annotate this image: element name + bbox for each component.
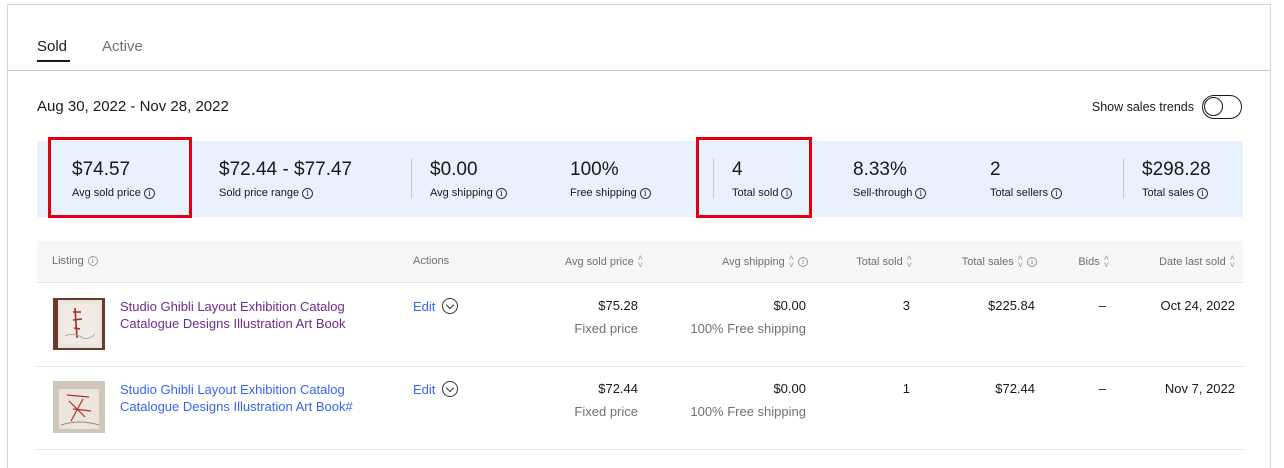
header-label: Date last sold <box>1159 256 1226 268</box>
stat-value: 2 <box>990 159 1001 180</box>
cell-shipping-note: 100% Free shipping <box>690 321 806 336</box>
edit-button[interactable]: Edit <box>413 299 435 314</box>
cell-total-sold: 1 <box>902 381 910 396</box>
info-icon[interactable]: i <box>798 257 808 267</box>
cell-price: $72.44 <box>598 381 638 396</box>
cell-format: Fixed price <box>574 321 638 336</box>
stat-label: Avg shipping <box>430 187 493 199</box>
header-bids[interactable]: Bids ˄ ˅ <box>1078 254 1109 270</box>
tab-bar: Sold Active <box>8 5 1270 71</box>
edit-action: Edit <box>413 381 459 397</box>
listing-title-link[interactable]: Studio Ghibli Layout Exhibition Catalog … <box>120 298 380 332</box>
stat-free-shipping: 100% Free shipping i <box>570 159 651 199</box>
stat-label: Free shipping <box>570 187 637 199</box>
edit-button[interactable]: Edit <box>413 382 435 397</box>
sort-icon[interactable]: ˄ ˅ <box>1018 254 1023 270</box>
stat-value: 8.33% <box>853 159 907 180</box>
header-label: Total sales <box>961 256 1014 268</box>
sort-icon[interactable]: ˄ ˅ <box>638 254 643 270</box>
listing-title-link[interactable]: Studio Ghibli Layout Exhibition Catalog … <box>120 381 380 415</box>
chevron-down-icon[interactable] <box>442 298 459 314</box>
research-panel: Sold Active Aug 30, 2022 - Nov 28, 2022 … <box>7 4 1271 468</box>
sales-trends-toggle[interactable] <box>1202 95 1242 119</box>
stat-value: $72.44 - $77.47 <box>219 159 353 180</box>
cell-date: Oct 24, 2022 <box>1160 298 1235 313</box>
info-icon[interactable]: i <box>915 187 927 199</box>
sales-trends-control: Show sales trends <box>1092 95 1242 119</box>
sort-icon[interactable]: ˄ ˅ <box>1230 254 1235 270</box>
stats-divider <box>411 158 412 198</box>
header-label: Actions <box>413 255 450 267</box>
info-icon[interactable]: i <box>1051 187 1063 199</box>
stat-total-sellers: 2 Total sellers i <box>990 159 1063 199</box>
tab-sold[interactable]: Sold <box>37 38 67 55</box>
sort-icon[interactable]: ˄ ˅ <box>907 254 912 270</box>
cell-total-sold: 3 <box>902 298 910 313</box>
sort-icon[interactable]: ˄ ˅ <box>1104 254 1109 270</box>
stat-value: 100% <box>570 159 619 180</box>
stat-label: Total sellers <box>990 187 1049 199</box>
highlight-box-total-sold <box>696 137 812 218</box>
cell-price: $75.28 <box>598 298 638 313</box>
header-label: Total sold <box>856 256 903 268</box>
date-range: Aug 30, 2022 - Nov 28, 2022 <box>37 98 229 115</box>
stat-value: $298.28 <box>1142 159 1211 180</box>
stat-label: Sell-through <box>853 187 913 199</box>
highlight-box-avg-sold-price <box>48 137 192 218</box>
stat-sell-through: 8.33% Sell-through i <box>853 159 927 199</box>
listing-thumbnail[interactable] <box>53 381 105 433</box>
stats-bar: $74.57 Avg sold price i $72.44 - $77.47 S… <box>37 141 1243 217</box>
table-header: Listing i Actions Avg sold price ˄ ˅ Avg … <box>37 241 1243 283</box>
header-avg-sold-price[interactable]: Avg sold price ˄ ˅ <box>564 254 643 270</box>
cell-total-sales: $225.84 <box>988 298 1035 313</box>
listing-thumbnail[interactable] <box>53 298 105 350</box>
header-date-last-sold[interactable]: Date last sold ˄ ˅ <box>1159 254 1235 270</box>
stat-sold-price-range: $72.44 - $77.47 Sold price range i <box>219 159 352 199</box>
stat-label: Total sales <box>1142 187 1194 199</box>
tab-sold-underline <box>37 60 70 62</box>
header-label: Avg sold price <box>564 256 634 268</box>
header-listing: Listing i <box>52 255 98 267</box>
cell-bids: – <box>1098 381 1106 396</box>
info-icon[interactable]: i <box>1196 187 1208 199</box>
sort-icon[interactable]: ˄ ˅ <box>789 254 794 270</box>
header-label: Listing <box>52 255 84 267</box>
cell-format: Fixed price <box>574 404 638 419</box>
cell-shipping: $0.00 <box>773 381 806 396</box>
header-label: Avg shipping <box>721 256 785 268</box>
cell-bids: – <box>1098 298 1106 313</box>
info-icon[interactable]: i <box>1027 257 1037 267</box>
cell-shipping-note: 100% Free shipping <box>690 404 806 419</box>
info-icon[interactable]: i <box>87 256 98 266</box>
stat-value: $0.00 <box>430 159 478 180</box>
header-total-sold[interactable]: Total sold ˄ ˅ <box>856 254 912 270</box>
header-actions: Actions <box>413 255 449 267</box>
tab-active[interactable]: Active <box>102 38 143 55</box>
sales-trends-label: Show sales trends <box>1091 100 1194 114</box>
info-icon[interactable]: i <box>639 187 651 199</box>
cell-date: Nov 7, 2022 <box>1164 381 1235 396</box>
stat-label: Sold price range <box>219 187 300 199</box>
header-label: Bids <box>1078 256 1100 268</box>
cell-total-sales: $72.44 <box>995 381 1035 396</box>
header-total-sales[interactable]: Total sales ˄ ˅ i <box>961 254 1037 270</box>
stat-total-sales: $298.28 Total sales i <box>1142 159 1211 199</box>
info-icon[interactable]: i <box>495 187 507 199</box>
table-row: Studio Ghibli Layout Exhibition Catalog … <box>37 367 1243 450</box>
toggle-knob <box>1204 97 1223 116</box>
chevron-down-icon[interactable] <box>442 381 459 397</box>
edit-action: Edit <box>413 298 459 314</box>
cell-shipping: $0.00 <box>773 298 806 313</box>
header-avg-shipping[interactable]: Avg shipping ˄ ˅ i <box>721 254 808 270</box>
table-row: Studio Ghibli Layout Exhibition Catalog … <box>37 284 1243 367</box>
stat-avg-shipping: $0.00 Avg shipping i <box>430 159 507 199</box>
stats-divider <box>1123 158 1124 198</box>
info-icon[interactable]: i <box>302 187 314 199</box>
